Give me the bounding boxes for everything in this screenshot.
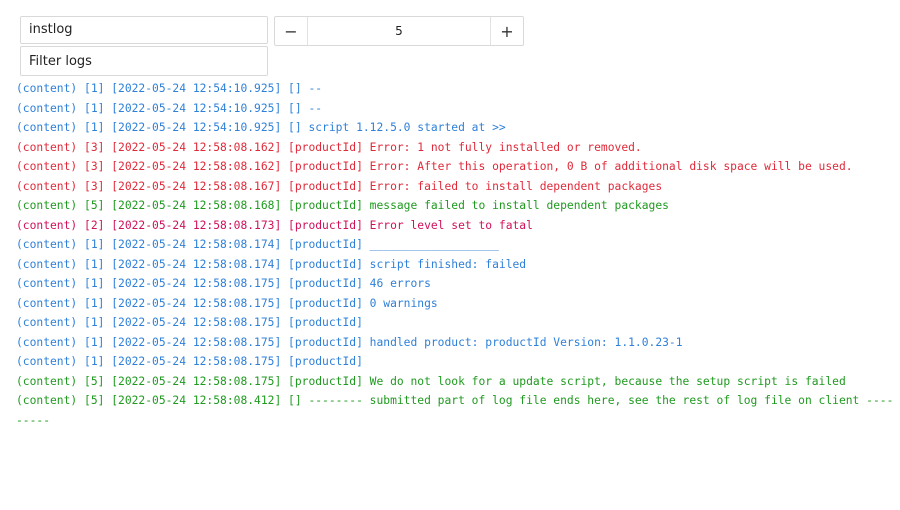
log-line: (content) [1] [2022-05-24 12:58:08.175] … [16,316,363,329]
log-line: (content) [5] [2022-05-24 12:58:08.412] … [16,394,894,427]
log-type-value: instlog [29,22,73,37]
filter-logs-input[interactable] [20,46,268,76]
minus-icon: − [284,21,298,41]
log-line: (content) [1] [2022-05-24 12:54:10.925] … [16,101,323,115]
log-line: (content) [3] [2022-05-24 12:58:08.162] … [16,160,853,173]
log-line: (content) [1] [2022-05-24 12:54:10.925] … [16,82,323,95]
log-line: (content) [1] [2022-05-24 12:58:08.175] … [16,296,438,310]
decrement-button[interactable]: − [275,17,308,45]
log-line: (content) [1] [2022-05-24 12:58:08.174] … [16,257,527,271]
log-type-select[interactable]: instlog [20,16,268,44]
log-line: (content) [2] [2022-05-24 12:58:08.173] … [16,218,533,232]
log-line: (content) [1] [2022-05-24 12:58:08.175] … [16,355,363,368]
log-line: (content) [3] [2022-05-24 12:58:08.167] … [16,179,663,193]
log-level-value[interactable]: 5 [308,17,490,45]
log-line: (content) [5] [2022-05-24 12:58:08.168] … [16,199,669,212]
log-line: (content) [5] [2022-05-24 12:58:08.175] … [16,374,846,388]
log-line: (content) [1] [2022-05-24 12:58:08.175] … [16,335,683,349]
log-list: (content) [1] [2022-05-24 12:54:10.925] … [16,79,896,430]
log-line: (content) [1] [2022-05-24 12:54:10.925] … [16,121,506,134]
plus-icon: + [500,21,514,41]
log-level-stepper[interactable]: − 5 + [274,16,524,46]
log-line: (content) [1] [2022-05-24 12:58:08.174] … [16,238,499,251]
log-line: (content) [3] [2022-05-24 12:58:08.162] … [16,140,642,154]
log-line: (content) [1] [2022-05-24 12:58:08.175] … [16,277,431,290]
increment-button[interactable]: + [490,17,523,45]
